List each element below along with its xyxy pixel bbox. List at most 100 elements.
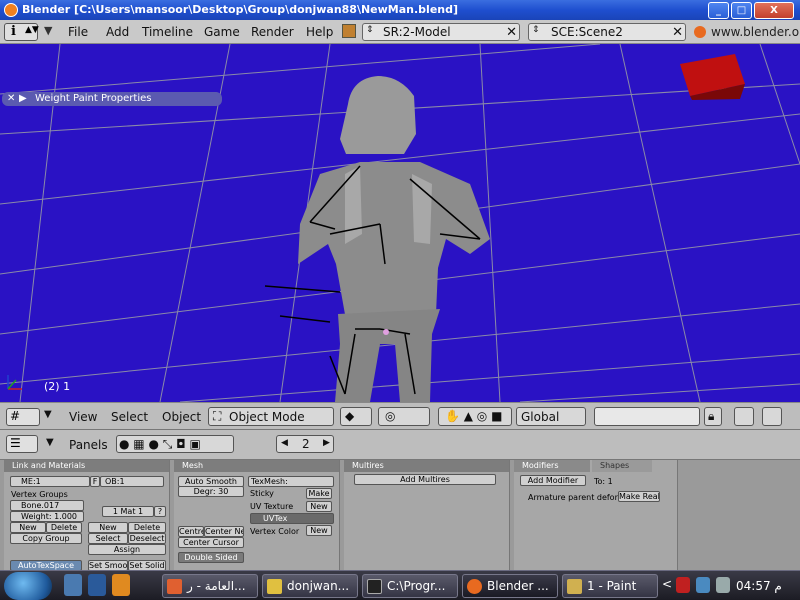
3d-cursor[interactable] bbox=[383, 329, 389, 335]
prev-arrow-icon[interactable]: ◀ bbox=[281, 438, 288, 448]
texmesh-field[interactable]: TexMesh: bbox=[248, 476, 334, 487]
menu-game[interactable]: Game bbox=[204, 25, 240, 39]
expand-arrow-icon[interactable]: ▶ bbox=[19, 92, 27, 106]
draw-type-button[interactable]: ◆ bbox=[340, 407, 372, 426]
sticky-make-button[interactable]: Make bbox=[306, 488, 332, 499]
menu-help[interactable]: Help bbox=[306, 25, 333, 39]
show-desktop-icon[interactable] bbox=[64, 574, 82, 596]
window-type-button[interactable]: i ▲▼ bbox=[4, 23, 39, 41]
menu-render[interactable]: Render bbox=[251, 25, 294, 39]
render-button[interactable] bbox=[762, 407, 782, 426]
vgroup-delete-button[interactable]: Delete bbox=[46, 522, 82, 533]
screen-delete-icon[interactable]: ✕ bbox=[506, 25, 517, 40]
add-multires-button[interactable]: Add Multires bbox=[354, 474, 496, 485]
modifiers-tab[interactable]: Modifiers bbox=[514, 460, 590, 472]
window-type-button[interactable]: # bbox=[6, 408, 40, 426]
volume-icon[interactable] bbox=[716, 577, 730, 593]
scene-delete-icon[interactable]: ✕ bbox=[672, 25, 683, 40]
clock[interactable]: 04:57 م bbox=[736, 579, 782, 593]
network-icon[interactable] bbox=[696, 577, 710, 593]
taskbar-item[interactable]: 1 - Paint bbox=[562, 574, 658, 598]
scene-selector[interactable]: ⇕ SCE:Scene2 ✕ bbox=[528, 23, 686, 41]
vertex-group-field[interactable]: Bone.017 bbox=[10, 500, 84, 511]
sticky-label: Sticky bbox=[250, 489, 274, 498]
select-button[interactable]: Select bbox=[88, 533, 128, 544]
manipulator-buttons[interactable]: ✋ ▲ ◎ ■ bbox=[438, 407, 512, 426]
make-real-button[interactable]: Make Real bbox=[618, 491, 660, 502]
menu-view[interactable]: View bbox=[69, 410, 97, 424]
vcol-new-button[interactable]: New bbox=[306, 525, 332, 536]
help-button[interactable]: ? bbox=[154, 506, 166, 517]
menu-bar: i ▲▼ ▼ File Add Timeline Game Render Hel… bbox=[0, 20, 800, 44]
deselect-button[interactable]: Deselect bbox=[128, 533, 166, 544]
close-button[interactable]: X bbox=[754, 2, 794, 19]
vgroup-new-button[interactable]: New bbox=[10, 522, 46, 533]
link-materials-panel: Link and Materials ME:1 F OB:1 Vertex Gr… bbox=[4, 460, 170, 571]
weight-paint-panel[interactable]: ✕ ▶ Weight Paint Properties bbox=[2, 92, 222, 106]
orientation-selector[interactable]: Global bbox=[516, 407, 586, 426]
antivirus-icon[interactable] bbox=[676, 577, 690, 593]
vertex-color-label: Vertex Color bbox=[250, 527, 300, 536]
center-new-button[interactable]: Center Ne bbox=[204, 526, 244, 537]
frame-number-field[interactable]: ◀ 2 ▶ bbox=[276, 435, 334, 453]
object-name-field[interactable]: OB:1 bbox=[100, 476, 164, 487]
collapse-arrow-icon[interactable]: ▼ bbox=[44, 24, 52, 37]
material-index-field[interactable]: 1 Mat 1 bbox=[102, 506, 154, 517]
menu-select[interactable]: Select bbox=[111, 410, 148, 424]
taskbar-item[interactable]: العامة - ر... bbox=[162, 574, 258, 598]
fake-user-button[interactable]: F bbox=[90, 476, 100, 487]
menu-add[interactable]: Add bbox=[106, 25, 129, 39]
taskbar-item[interactable]: Blender ... bbox=[462, 574, 558, 598]
properties-panels: Link and Materials ME:1 F OB:1 Vertex Gr… bbox=[0, 460, 800, 571]
menu-file[interactable]: File bbox=[68, 25, 88, 39]
taskbar-item[interactable]: C:\Progr... bbox=[362, 574, 458, 598]
screen-selector[interactable]: ⇕ SR:2-Model ✕ bbox=[362, 23, 520, 41]
blender-url[interactable]: www.blender.or bbox=[711, 25, 800, 39]
panel-header[interactable]: Link and Materials bbox=[4, 460, 169, 472]
assign-button[interactable]: Assign bbox=[88, 544, 166, 555]
panel-header[interactable]: Multires bbox=[344, 460, 509, 472]
mat-new-button[interactable]: New bbox=[88, 522, 128, 533]
add-modifier-button[interactable]: Add Modifier bbox=[520, 475, 586, 486]
degr-field[interactable]: Degr: 30 bbox=[178, 486, 244, 497]
collapse-arrow-icon[interactable]: ▼ bbox=[44, 409, 52, 420]
pivot-button[interactable]: ◎ bbox=[378, 407, 430, 426]
mesh-name-field[interactable]: ME:1 bbox=[10, 476, 90, 487]
mesh-panel: Mesh Auto Smooth Degr: 30 TexMesh: Stick… bbox=[174, 460, 340, 570]
paint-icon bbox=[567, 579, 582, 594]
menu-timeline[interactable]: Timeline bbox=[142, 25, 193, 39]
close-icon[interactable]: ✕ bbox=[7, 92, 15, 106]
window-type-button[interactable]: ☰ bbox=[6, 435, 38, 453]
mat-delete-button[interactable]: Delete bbox=[128, 522, 166, 533]
shapes-tab[interactable]: Shapes bbox=[592, 460, 652, 472]
to-label: To: 1 bbox=[594, 477, 613, 486]
3d-viewport[interactable]: ✕ ▶ Weight Paint Properties (2) 1 bbox=[0, 44, 800, 402]
taskbar-item[interactable]: donjwan... bbox=[262, 574, 358, 598]
link-button[interactable] bbox=[734, 407, 754, 426]
copy-group-button[interactable]: Copy Group bbox=[10, 533, 82, 544]
scene-name: SCE:Scene2 bbox=[551, 25, 623, 39]
collapse-arrow-icon[interactable]: ▼ bbox=[46, 437, 54, 448]
uvtex-layer[interactable]: UVTex bbox=[250, 513, 334, 524]
start-button[interactable] bbox=[4, 572, 52, 600]
uv-new-button[interactable]: New bbox=[306, 501, 332, 512]
mode-selector[interactable]: ⛶ Object Mode bbox=[208, 407, 334, 426]
window-title: Blender [C:\Users\mansoor\Desktop\Group\… bbox=[22, 3, 459, 16]
weight-slider[interactable]: Weight: 1.000 bbox=[10, 511, 84, 522]
tray-expand-icon[interactable]: < bbox=[662, 577, 672, 591]
character-model[interactable] bbox=[298, 76, 490, 402]
next-arrow-icon[interactable]: ▶ bbox=[323, 438, 330, 448]
lock-button[interactable]: 🔒︎ bbox=[704, 407, 722, 426]
double-sided-toggle[interactable]: Double Sided bbox=[178, 552, 244, 563]
panel-header[interactable]: Mesh bbox=[174, 460, 339, 472]
menu-object[interactable]: Object bbox=[162, 410, 201, 424]
context-buttons[interactable]: ● ▦ ● ⤡ ◘ ▣ bbox=[116, 435, 234, 453]
centre-button[interactable]: Centre bbox=[178, 526, 204, 537]
windows-taskbar: العامة - ر... donjwan... C:\Progr... Ble… bbox=[0, 570, 800, 600]
center-cursor-button[interactable]: Center Cursor bbox=[178, 537, 244, 548]
minimize-button[interactable]: _ bbox=[708, 2, 729, 19]
media-player-icon[interactable] bbox=[88, 574, 106, 596]
maximize-button[interactable]: □ bbox=[731, 2, 752, 19]
quicklaunch-icon[interactable] bbox=[112, 574, 130, 596]
layer-buttons[interactable] bbox=[594, 407, 700, 426]
